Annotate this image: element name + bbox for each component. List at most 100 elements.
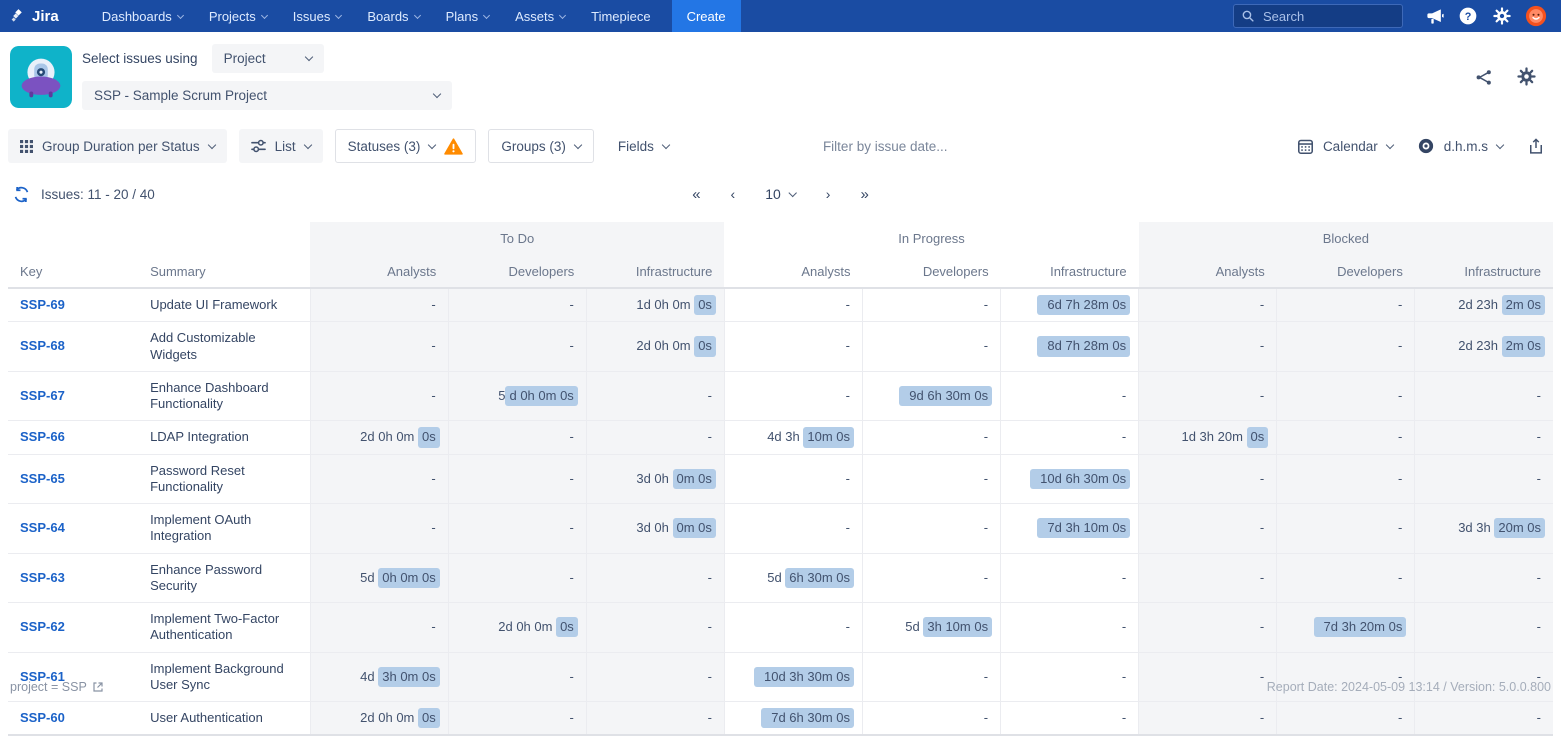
duration-highlight: 0h 0m 0s (378, 567, 440, 588)
page-size-dropdown[interactable]: 10 (765, 186, 798, 202)
issue-date-filter-input[interactable] (820, 137, 1285, 155)
search-box[interactable] (1233, 4, 1403, 28)
view-mode-dropdown[interactable]: List (238, 129, 323, 163)
issue-key-link[interactable]: SSP-69 (20, 297, 65, 312)
calendar-label: Calendar (1322, 138, 1378, 154)
issue-key-link[interactable]: SSP-67 (20, 388, 65, 403)
duration-cell: - (1000, 602, 1139, 653)
duration-highlight: 9d 6h 30m 0s (899, 385, 993, 407)
nav-item-assets[interactable]: Assets (502, 0, 578, 32)
duration-cell: - (1138, 553, 1277, 603)
select-mode-dropdown[interactable]: Project (211, 43, 324, 73)
timepiece-app-icon (10, 45, 72, 108)
duration-cell: - (1276, 503, 1415, 554)
duration-highlight: 2m 0s (1501, 295, 1545, 316)
nav-item-projects[interactable]: Projects (196, 0, 280, 32)
duration-format-dropdown[interactable]: d.h.m.s (1417, 129, 1505, 163)
issue-key-link[interactable]: SSP-68 (20, 338, 65, 353)
pagination-row: Issues: 11 - 20 / 40 « ‹ 10 › » (0, 170, 1561, 218)
duration-cell: - (1276, 371, 1415, 422)
fields-dropdown[interactable]: Fields (606, 129, 681, 163)
search-input[interactable] (1261, 7, 1381, 25)
report-type-dropdown[interactable]: Group Duration per Status (8, 129, 227, 163)
duration-plain: 5d (767, 569, 786, 585)
duration-cell: - (309, 602, 449, 653)
statuses-dropdown[interactable]: Statuses (3) (334, 129, 477, 163)
duration-cell: - (861, 420, 1001, 455)
project-dropdown[interactable]: SSP - Sample Scrum Project (82, 80, 452, 110)
refresh-button[interactable] (12, 185, 31, 204)
nav-item-dashboards[interactable]: Dashboards (89, 0, 196, 32)
duration-plain: 2d 0h 0m (498, 619, 557, 635)
brand-name: Jira (32, 7, 59, 25)
duration-cell: - (585, 553, 725, 603)
duration-cell: - (309, 321, 449, 372)
duration-plain: 3d 3h (1458, 520, 1495, 536)
duration-highlight: 0m 0s (672, 468, 716, 489)
announcements-button[interactable] (1417, 7, 1451, 26)
duration-highlight: 7d 6h 30m 0s (761, 708, 854, 729)
jira-logo[interactable]: Jira (10, 0, 59, 32)
nav-item-issues[interactable]: Issues (280, 0, 355, 32)
chevron-down-icon (788, 188, 798, 197)
help-button[interactable]: ? (1451, 6, 1485, 26)
summary-cell: LDAP Integration (138, 420, 311, 455)
chevron-down-icon (661, 140, 671, 149)
duration-cell: - (1414, 602, 1553, 653)
duration-cell: - (1276, 454, 1415, 504)
nav-item-timepiece[interactable]: Timepiece (578, 0, 663, 32)
share-button[interactable] (1474, 67, 1494, 87)
duration-cell: - (447, 701, 587, 736)
toolbar-right: Calendar d.h.m.s (1297, 129, 1545, 163)
prev-page-button[interactable]: ‹ (731, 186, 736, 202)
col-todo-infrastructure: Infrastructure (586, 255, 725, 289)
duration-cell: - (861, 288, 1001, 323)
key-cell: SSP-68 (8, 321, 139, 372)
duration-cell: - (723, 602, 863, 653)
issue-key-link[interactable]: SSP-65 (20, 471, 65, 486)
export-button[interactable] (1527, 137, 1545, 156)
duration-highlight: 7d 3h 10m 0s (1037, 518, 1131, 539)
next-page-button[interactable]: › (826, 186, 831, 202)
duration-cell: 7d 3h 20m 0s (1276, 602, 1415, 653)
issue-key-link[interactable]: SSP-60 (20, 710, 65, 725)
jql-filter-link[interactable]: project = SSP (10, 680, 104, 694)
duration-cell: 9d 6h 30m 0s (861, 371, 1001, 422)
duration-plain: 2d 23h (1458, 338, 1502, 354)
report-footer: project = SSP Report Date: 2024-05-09 13… (0, 674, 1561, 700)
groups-dropdown[interactable]: Groups (3) (488, 129, 594, 163)
issue-key-link[interactable]: SSP-63 (20, 570, 65, 585)
duration-cell: 8d 7h 28m 0s (1000, 321, 1139, 372)
issue-key-link[interactable]: SSP-62 (20, 619, 65, 634)
col-blocked-developers: Developers (1276, 255, 1415, 289)
duration-highlight: 0s (694, 295, 716, 316)
nav-item-label: Dashboards (101, 8, 172, 24)
calendar-dropdown[interactable]: Calendar (1297, 129, 1394, 163)
report-settings-button[interactable] (1516, 66, 1537, 87)
duration-cell: - (1138, 321, 1277, 372)
issue-key-link[interactable]: SSP-66 (20, 429, 65, 444)
grid-icon (20, 139, 33, 153)
user-avatar[interactable] (1519, 5, 1553, 27)
megaphone-icon (1426, 8, 1444, 24)
chevron-down-icon (432, 89, 442, 98)
last-page-button[interactable]: » (860, 186, 868, 203)
duration-cell: - (1414, 454, 1553, 504)
first-page-button[interactable]: « (692, 186, 700, 203)
nav-item-plans[interactable]: Plans (433, 0, 503, 32)
col-inprogress-developers: Developers (862, 255, 1001, 289)
duration-cell: - (1138, 288, 1277, 323)
key-cell: SSP-60 (8, 701, 139, 736)
table-row: SSP-66 LDAP Integration 2d 0h 0m 0s - -4d 3h… (8, 420, 1553, 455)
refresh-icon (14, 186, 29, 202)
col-inprogress-infrastructure: Infrastructure (1000, 255, 1139, 289)
issue-key-link[interactable]: SSP-64 (20, 520, 65, 535)
duration-format-label: d.h.m.s (1443, 138, 1488, 154)
duration-cell: - (447, 553, 587, 603)
jira-logo-icon (11, 8, 22, 22)
create-button[interactable]: Create (671, 0, 741, 32)
table-row: SSP-63 Enhance Password Security 5d 0h 0m … (8, 553, 1553, 603)
nav-item-boards[interactable]: Boards (354, 0, 432, 32)
duration-cell: - (723, 288, 863, 323)
settings-button[interactable] (1485, 6, 1519, 26)
